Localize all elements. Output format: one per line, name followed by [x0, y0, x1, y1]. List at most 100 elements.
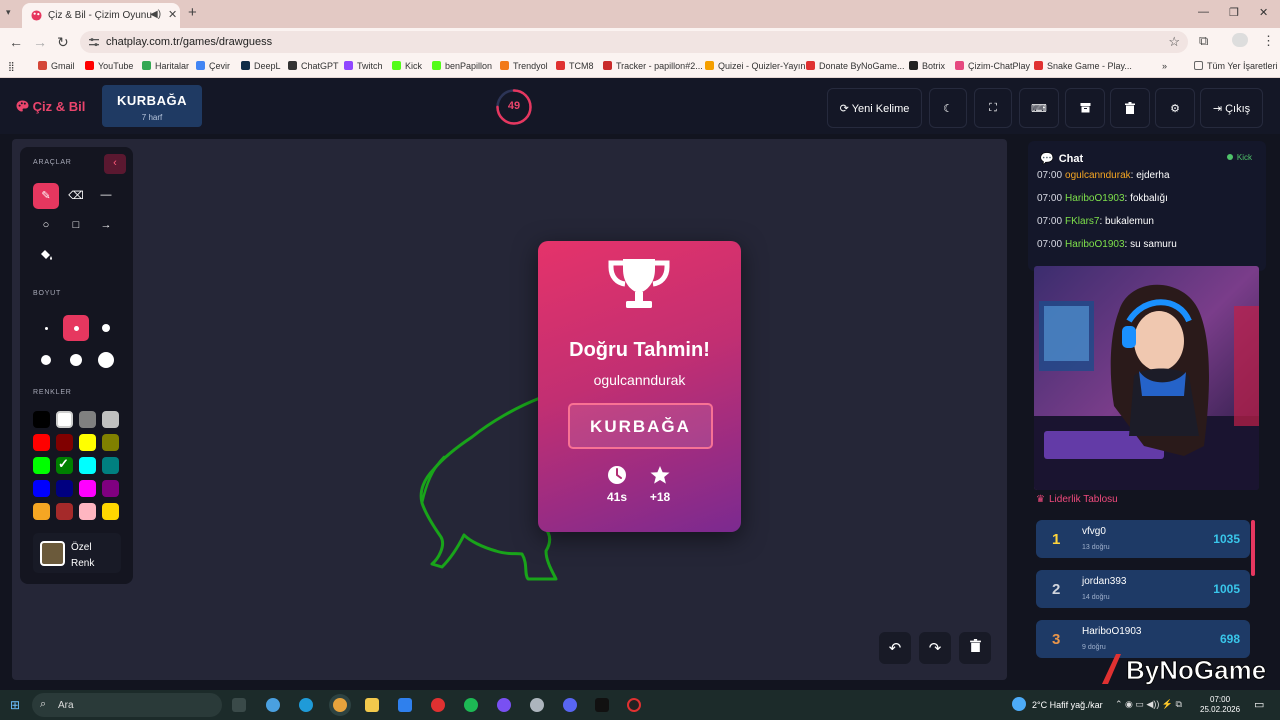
- color-swatch[interactable]: [79, 480, 96, 497]
- clear-canvas-button[interactable]: [959, 632, 991, 664]
- color-swatch[interactable]: [33, 480, 50, 497]
- minimize-icon[interactable]: —: [1198, 6, 1209, 18]
- collapse-tools-button[interactable]: ‹: [104, 154, 126, 174]
- apps-icon[interactable]: ⣿: [8, 61, 15, 72]
- archive-button[interactable]: [1065, 88, 1105, 128]
- app-icon[interactable]: [497, 698, 511, 712]
- discord-icon[interactable]: [563, 698, 577, 712]
- custom-color-button[interactable]: Özel Renk: [33, 533, 121, 573]
- edge-icon[interactable]: [299, 698, 313, 712]
- color-swatch[interactable]: [33, 434, 50, 451]
- speaker-icon[interactable]: ◀): [150, 9, 161, 20]
- bookmark-item[interactable]: Botrix: [909, 61, 945, 71]
- all-bookmarks[interactable]: Tüm Yer İşaretleri: [1194, 61, 1278, 71]
- browser-tab[interactable]: Çiz & Bil - Çizim Oyunu ◀) ✕: [22, 3, 180, 28]
- close-window-icon[interactable]: ✕: [1259, 6, 1268, 19]
- size-5-button[interactable]: [63, 347, 89, 373]
- size-1-button[interactable]: [33, 315, 59, 341]
- mail-icon[interactable]: [398, 698, 412, 712]
- rectangle-tool[interactable]: □: [63, 213, 89, 239]
- keyboard-button[interactable]: ⌨: [1019, 88, 1059, 128]
- bookmark-item[interactable]: YouTube: [85, 61, 133, 71]
- app2-icon[interactable]: [627, 698, 641, 712]
- color-swatch[interactable]: [33, 411, 50, 428]
- bookmark-item[interactable]: TCM8: [556, 61, 594, 71]
- new-word-button[interactable]: ⟳ Yeni Kelime: [827, 88, 922, 128]
- size-6-button[interactable]: [93, 347, 119, 373]
- exit-button[interactable]: ⇥ Çıkış: [1200, 88, 1263, 128]
- fullscreen-button[interactable]: ⛶: [974, 88, 1012, 128]
- arrow-tool[interactable]: →: [93, 213, 119, 239]
- pencil-tool[interactable]: ✎: [33, 183, 59, 209]
- opera-icon[interactable]: [431, 698, 445, 712]
- bookmark-item[interactable]: Kick: [392, 61, 422, 71]
- color-swatch[interactable]: [79, 434, 96, 451]
- bookmark-item[interactable]: Trendyol: [500, 61, 548, 71]
- more-bookmarks-icon[interactable]: »: [1162, 61, 1167, 71]
- task-view-icon[interactable]: [232, 698, 246, 712]
- size-2-button[interactable]: [63, 315, 89, 341]
- color-swatch[interactable]: [102, 480, 119, 497]
- color-swatch[interactable]: [56, 480, 73, 497]
- color-swatch[interactable]: [56, 503, 73, 520]
- taskbar-search[interactable]: ⌕ Ara: [32, 693, 222, 717]
- extensions-icon[interactable]: ⧉: [1199, 33, 1208, 49]
- back-icon[interactable]: ←: [9, 34, 23, 50]
- color-swatch[interactable]: ✓: [56, 456, 73, 474]
- menu-icon[interactable]: ⋮: [1262, 33, 1275, 49]
- size-4-button[interactable]: [33, 347, 59, 373]
- chat-username[interactable]: ogulcanndurak: [1065, 170, 1131, 181]
- tab-search-icon[interactable]: ▾: [6, 7, 11, 18]
- file-explorer-icon[interactable]: [365, 698, 379, 712]
- chat-username[interactable]: FKlars7: [1065, 216, 1099, 227]
- circle-tool[interactable]: ○: [33, 213, 59, 239]
- color-swatch[interactable]: [79, 411, 96, 428]
- clear-button[interactable]: [1110, 88, 1150, 128]
- chat-username[interactable]: HariboO1903: [1065, 193, 1124, 204]
- bookmark-item[interactable]: Gmail: [38, 61, 75, 71]
- taskbar-clock[interactable]: 07:00 25.02.2026: [1200, 695, 1240, 715]
- bookmark-item[interactable]: ChatGPT: [288, 61, 339, 71]
- color-swatch[interactable]: [102, 503, 119, 520]
- color-swatch[interactable]: [33, 457, 50, 474]
- bookmark-item[interactable]: Haritalar: [142, 61, 189, 71]
- bookmark-item[interactable]: Snake Game - Play...: [1034, 61, 1132, 71]
- bookmark-item[interactable]: Quizei - Quizler-Yayın: [705, 61, 805, 71]
- leaderboard-scrollbar[interactable]: [1251, 520, 1255, 576]
- chrome-icon[interactable]: [333, 698, 347, 712]
- color-swatch[interactable]: [79, 503, 96, 520]
- new-tab-icon[interactable]: +: [188, 4, 197, 21]
- redo-button[interactable]: ↷: [919, 632, 951, 664]
- drawing-canvas[interactable]: ARAÇLAR ‹ ✎ ⌫ — ○ □ → BOYUT RENKLER Özel…: [12, 139, 1007, 680]
- color-swatch[interactable]: [102, 411, 119, 428]
- color-swatch[interactable]: [79, 457, 96, 474]
- forward-icon[interactable]: →: [33, 34, 47, 50]
- chat-username[interactable]: HariboO1903: [1065, 239, 1124, 250]
- profile-icon[interactable]: [1232, 33, 1248, 47]
- size-3-button[interactable]: [93, 315, 119, 341]
- color-swatch[interactable]: [102, 457, 119, 474]
- color-swatch[interactable]: [56, 411, 73, 428]
- bookmark-item[interactable]: Donate ByNoGame...: [806, 61, 905, 71]
- url-input[interactable]: chatplay.com.tr/games/drawguess ☆: [80, 31, 1188, 53]
- spotify-icon[interactable]: [464, 698, 478, 712]
- color-swatch[interactable]: [102, 434, 119, 451]
- reload-icon[interactable]: ↻: [57, 34, 69, 51]
- line-tool[interactable]: —: [93, 183, 119, 209]
- settings-button[interactable]: ⚙: [1155, 88, 1195, 128]
- app-logo[interactable]: Çiz & Bil: [16, 99, 85, 114]
- capcut-icon[interactable]: [595, 698, 609, 712]
- undo-button[interactable]: ↶: [879, 632, 911, 664]
- notification-icon[interactable]: ▭: [1254, 698, 1264, 711]
- bookmark-item[interactable]: Tracker - papillon#2...: [603, 61, 703, 71]
- restore-icon[interactable]: ❐: [1229, 6, 1239, 19]
- site-info-icon[interactable]: [88, 36, 100, 48]
- bookmark-item[interactable]: benPapillon: [432, 61, 492, 71]
- color-swatch[interactable]: [56, 434, 73, 451]
- bookmark-star-icon[interactable]: ☆: [1168, 34, 1180, 50]
- windows-start-icon[interactable]: ⊞: [10, 698, 20, 712]
- obs-icon[interactable]: [530, 698, 544, 712]
- fill-tool[interactable]: [33, 243, 59, 269]
- dark-mode-button[interactable]: ☾: [929, 88, 967, 128]
- bookmark-item[interactable]: Twitch: [344, 61, 383, 71]
